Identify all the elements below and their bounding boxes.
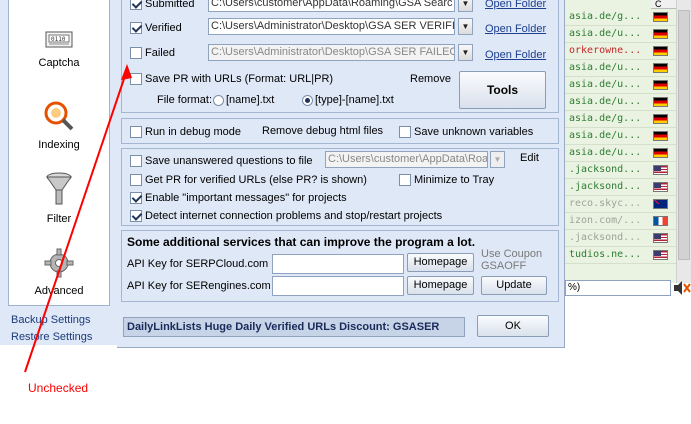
annotation-arrow xyxy=(24,64,132,373)
unchecked-annotation-label: Unchecked xyxy=(28,381,89,395)
